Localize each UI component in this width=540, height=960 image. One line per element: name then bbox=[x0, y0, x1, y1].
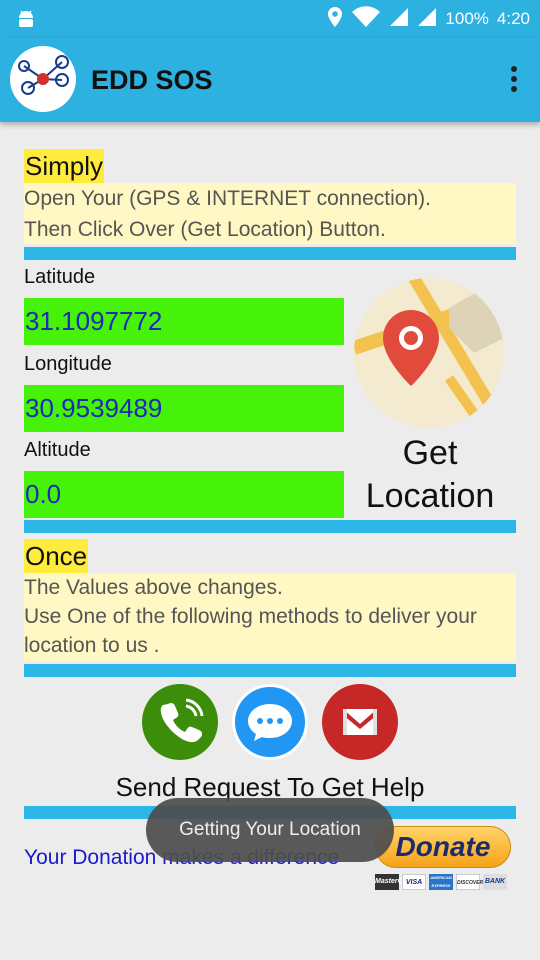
step2-heading: Once bbox=[24, 539, 89, 573]
bank-icon: BANK bbox=[483, 874, 507, 890]
map-pin-icon bbox=[354, 278, 504, 428]
mastercard-icon: MasterCard bbox=[375, 874, 414, 890]
divider bbox=[24, 520, 516, 533]
app-bar: EDD SOS bbox=[0, 38, 540, 122]
donate-button[interactable]: Donate bbox=[375, 826, 511, 868]
clock: 4:20 bbox=[496, 9, 530, 28]
altitude-label: Altitude bbox=[24, 439, 91, 461]
step2-line3: location to us . bbox=[24, 634, 160, 657]
app-logo-icon bbox=[10, 46, 76, 112]
location-status-icon bbox=[327, 6, 343, 33]
call-button[interactable] bbox=[142, 684, 218, 760]
step1-heading: Simply bbox=[24, 149, 105, 183]
discover-icon: DISCOVER bbox=[456, 874, 483, 890]
message-icon bbox=[235, 687, 305, 757]
gmail-icon bbox=[343, 709, 377, 735]
step1-line2: Then Click Over (Get Location) Button. bbox=[24, 218, 386, 241]
get-location-button[interactable]: Get Location bbox=[344, 270, 516, 520]
amex-icon: AMERICAN EXPRESS bbox=[429, 874, 453, 890]
latitude-label: Latitude bbox=[24, 266, 96, 288]
signal-icon-2 bbox=[417, 7, 437, 32]
step1-instructions: Open Your (GPS & INTERNET connection). T… bbox=[24, 183, 516, 244]
divider bbox=[24, 247, 516, 260]
longitude-value: 30.9539489 bbox=[24, 385, 344, 432]
altitude-value: 0.0 bbox=[24, 471, 344, 518]
status-bar: 100% 4:20 bbox=[0, 0, 540, 38]
signal-icon bbox=[389, 7, 409, 32]
get-location-line1: Get bbox=[402, 434, 458, 472]
payment-cards: MasterCard VISA AMERICAN EXPRESS DISCOVE… bbox=[375, 874, 507, 890]
sms-button[interactable] bbox=[232, 684, 308, 760]
step2-line1: The Values above changes. bbox=[24, 576, 283, 599]
wifi-icon bbox=[351, 5, 381, 33]
visa-icon: VISA bbox=[402, 874, 426, 890]
email-button[interactable] bbox=[322, 684, 398, 760]
get-location-label: Get Location bbox=[344, 432, 516, 518]
app-title: EDD SOS bbox=[91, 65, 213, 95]
step2-instructions: The Values above changes. Use One of the… bbox=[24, 573, 516, 661]
get-location-line2: Location bbox=[365, 477, 495, 515]
step2-line2: Use One of the following methods to deli… bbox=[24, 605, 477, 628]
latitude-value: 31.1097772 bbox=[24, 298, 344, 345]
battery-percent: 100% bbox=[445, 9, 489, 28]
longitude-label: Longitude bbox=[24, 353, 112, 375]
step1-line1: Open Your (GPS & INTERNET connection). bbox=[24, 187, 431, 210]
overflow-menu-icon[interactable] bbox=[510, 66, 518, 94]
phone-icon bbox=[160, 698, 204, 743]
toast-message: Getting Your Location bbox=[146, 798, 394, 862]
divider bbox=[24, 664, 516, 677]
android-notification-icon bbox=[16, 8, 36, 35]
